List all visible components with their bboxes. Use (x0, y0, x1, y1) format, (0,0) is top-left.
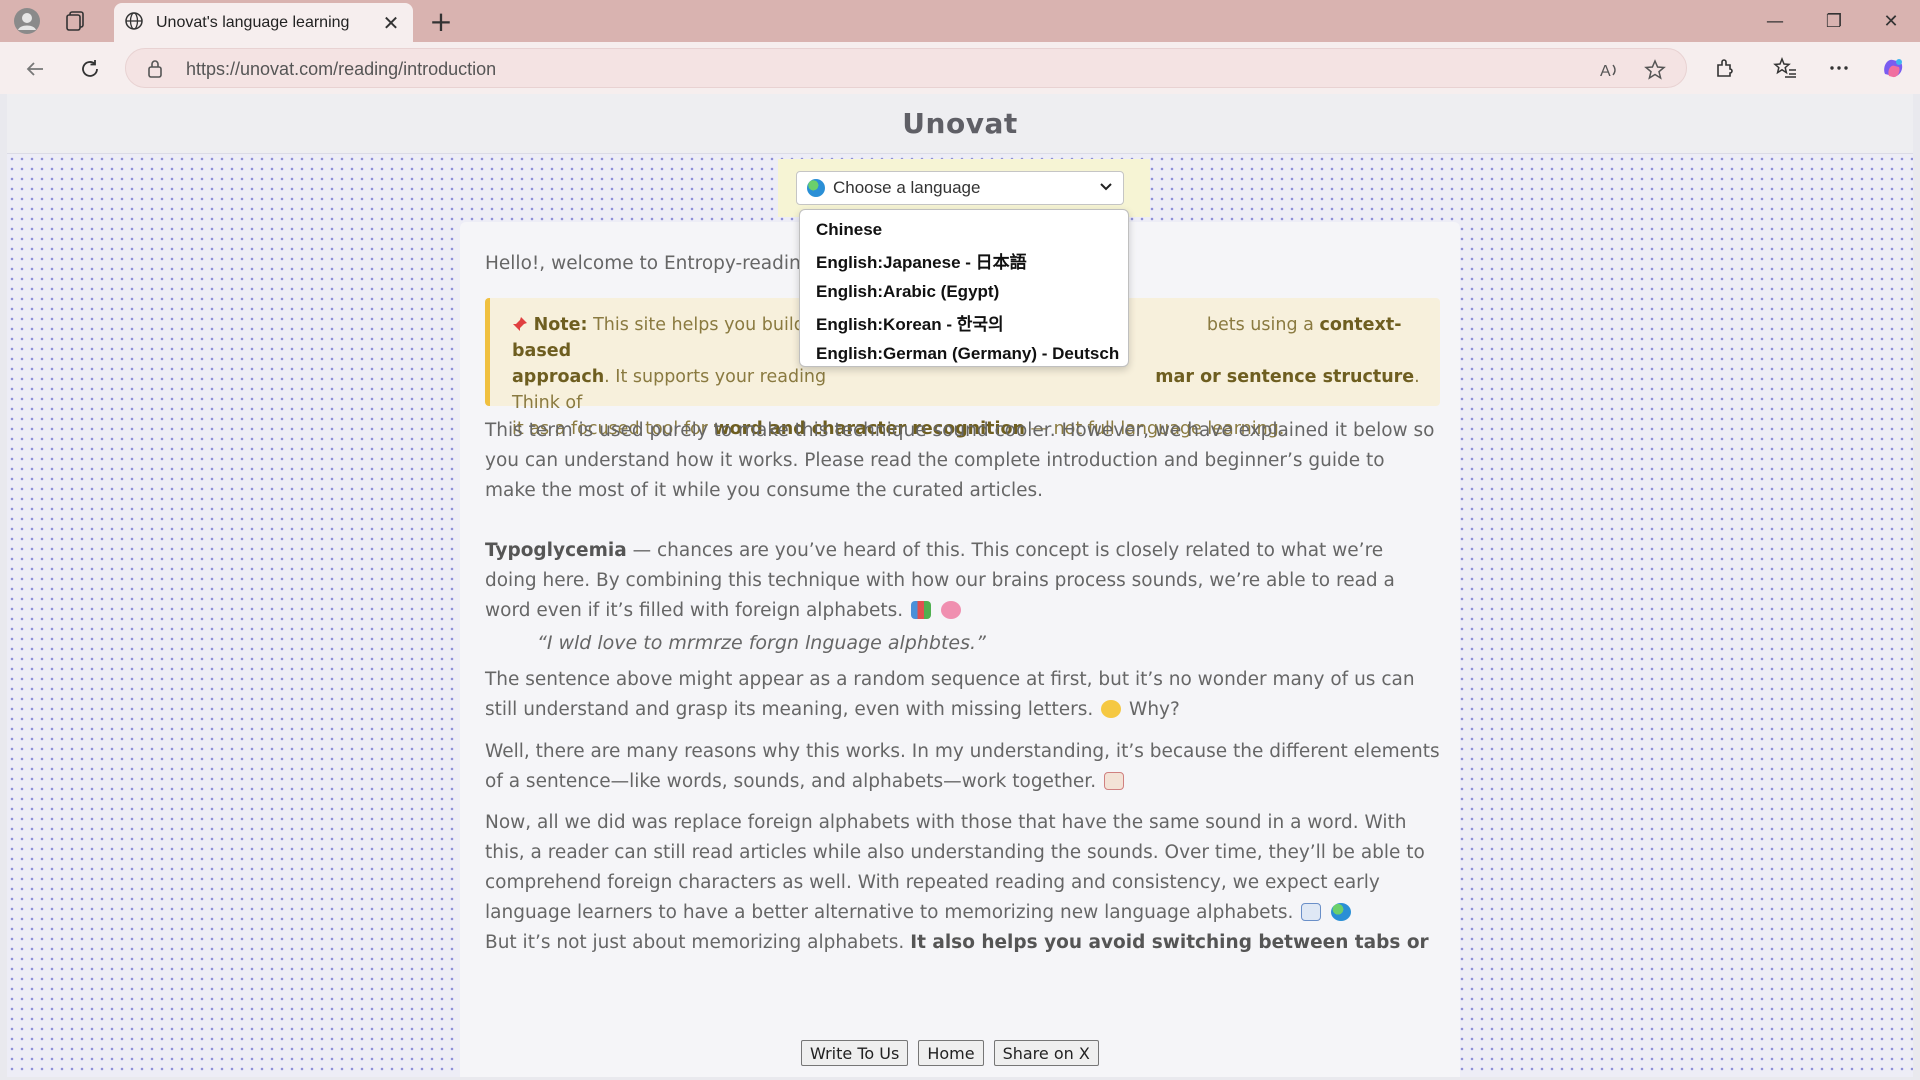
plus-icon: + (429, 4, 453, 38)
chevron-down-icon (1099, 180, 1113, 196)
lock-icon[interactable] (146, 59, 164, 83)
minimize-icon: — (1766, 10, 1784, 32)
address-bar[interactable]: https://unovat.com/reading/introduction … (125, 48, 1687, 88)
share-on-x-button[interactable]: Share on X (993, 1040, 1099, 1066)
write-to-us-button[interactable]: Write To Us (801, 1040, 909, 1066)
language-option[interactable]: Chinese (800, 214, 1128, 245)
browser-navbar: https://unovat.com/reading/introduction … (0, 42, 1920, 94)
language-option[interactable]: English:Japanese - 日本語 (800, 245, 1128, 276)
typoglycemia-term: Typoglycemia (485, 540, 627, 561)
tabs-bold-text: It also helps you avoid switching betwee… (910, 932, 1429, 953)
pushpin-icon (512, 314, 528, 331)
collections-icon[interactable] (60, 5, 92, 37)
thinking-face-icon (1101, 700, 1122, 718)
more-icon[interactable] (1822, 51, 1856, 85)
language-option[interactable]: English:Korean - 한국의 (800, 307, 1128, 338)
browser-titlebar: Unovat's language learning ✕ + — ❐ ✕ (0, 0, 1920, 42)
note-text-2: bets using a (1206, 315, 1314, 335)
footer-buttons: Write To Us Home Share on X (801, 1040, 1099, 1066)
globe-icon (124, 11, 144, 35)
copilot-icon[interactable] (1876, 51, 1910, 85)
close-window-button[interactable]: ✕ (1862, 0, 1920, 42)
home-button[interactable]: Home (918, 1040, 984, 1066)
reasons-text: Well, there are many reasons why this wo… (485, 741, 1440, 792)
note-text-1: This site helps you build v (593, 315, 821, 335)
paragraph-typoglycemia: Typoglycemia — chances are you’ve heard … (485, 536, 1440, 626)
earth-globe-icon (1331, 903, 1352, 921)
tab-title: Unovat's language learning (156, 13, 350, 31)
books-icon (911, 601, 932, 619)
new-tab-button[interactable]: + (424, 4, 458, 38)
paragraph-reasons: Well, there are many reasons why this wo… (485, 737, 1440, 797)
brain-icon (940, 601, 961, 619)
language-option[interactable]: English:Arabic (Egypt) (800, 276, 1128, 307)
svg-text:A: A (1600, 63, 1611, 80)
profile-icon[interactable] (11, 5, 43, 37)
page-viewport: Unovat Choose a language Hello!, welcome… (7, 94, 1913, 1077)
url-text[interactable]: https://unovat.com/reading/introduction (186, 59, 496, 80)
language-select[interactable]: Choose a language (796, 171, 1124, 205)
site-title: Unovat (902, 107, 1018, 140)
close-icon: ✕ (1883, 10, 1899, 32)
paragraph-replace: Now, all we did was replace foreign alph… (485, 808, 1440, 928)
sentence-text: The sentence above might appear as a ran… (485, 669, 1415, 720)
note-label: Note: (533, 315, 588, 335)
quote-text: “I wld love to mrmrze forgn lnguage alph… (537, 632, 986, 654)
extensions-icon[interactable] (1708, 51, 1742, 85)
paragraph-intro: This term is used purely to make this te… (485, 420, 1435, 501)
memo-icon (1103, 772, 1124, 790)
read-aloud-icon[interactable]: A (1595, 55, 1625, 85)
why-text: Why? (1129, 699, 1180, 720)
language-dropdown: Chinese English:Japanese - 日本語 English:A… (799, 209, 1129, 367)
tab-close-icon[interactable]: ✕ (379, 11, 403, 35)
paragraph-tabs: But it’s not just about memorizing alpha… (485, 928, 1440, 958)
back-icon (26, 62, 43, 76)
open-book-icon (1301, 903, 1322, 921)
refresh-icon (82, 60, 98, 77)
earth-icon (807, 179, 825, 197)
paragraph-sentence: The sentence above might appear as a ran… (485, 665, 1440, 725)
note-text-3: . It supports your reading (604, 367, 827, 387)
replace-text: Now, all we did was replace foreign alph… (485, 812, 1425, 923)
language-select-label: Choose a language (833, 178, 981, 197)
note-bold-2: approach (512, 367, 605, 387)
language-option[interactable]: English:German (Germany) - Deutsch (800, 338, 1128, 369)
restore-icon: ❐ (1825, 10, 1843, 32)
favorites-icon[interactable] (1768, 51, 1802, 85)
refresh-button[interactable] (73, 52, 107, 86)
tabs-text: But it’s not just about memorizing alpha… (485, 932, 905, 953)
browser-tab-active[interactable]: Unovat's language learning ✕ (114, 3, 413, 42)
minimize-button[interactable]: — (1746, 0, 1804, 42)
back-button[interactable] (18, 52, 52, 86)
restore-button[interactable]: ❐ (1805, 0, 1863, 42)
note-bold-3: mar or sentence structure (1155, 367, 1415, 387)
favorite-star-icon[interactable] (1640, 55, 1670, 85)
site-header: Unovat (7, 94, 1913, 154)
